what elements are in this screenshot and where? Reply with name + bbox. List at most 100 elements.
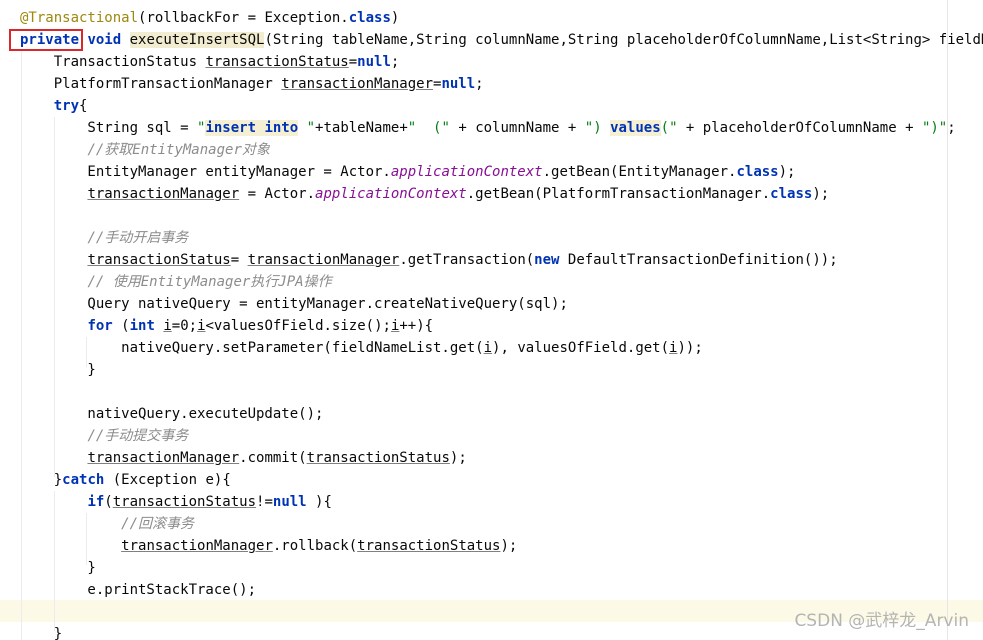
code-line[interactable]: } xyxy=(20,359,96,381)
code-line[interactable]: nativeQuery.executeUpdate(); xyxy=(20,403,323,425)
code-token: // 使用EntityManager执行JPA操作 xyxy=(87,274,332,290)
code-line[interactable]: // 使用EntityManager执行JPA操作 xyxy=(20,271,332,293)
code-token: transactionStatus xyxy=(306,450,450,466)
code-line[interactable]: TransactionStatus transactionStatus=null… xyxy=(20,51,400,73)
code-token: PlatformTransactionManager xyxy=(20,76,282,92)
code-line[interactable]: //获取EntityManager对象 xyxy=(20,139,270,161)
code-line[interactable]: EntityManager entityManager = Actor.appl… xyxy=(20,161,795,183)
code-token: try xyxy=(53,98,80,114)
code-token: <valuesOfField.size(); xyxy=(205,318,391,334)
code-token: ), valuesOfField.get( xyxy=(492,340,670,356)
code-token: (" xyxy=(660,120,678,136)
code-token: executeInsertSQL xyxy=(129,32,265,48)
code-token: } xyxy=(20,472,63,488)
code-token: i xyxy=(483,340,493,356)
code-token: ); xyxy=(500,538,518,554)
code-token: class xyxy=(736,164,779,180)
code-line[interactable]: //手动开启事务 xyxy=(20,227,188,249)
code-token: i xyxy=(163,318,172,334)
code-token: applicationContext xyxy=(390,164,543,180)
code-token: ; xyxy=(475,76,484,92)
code-line[interactable]: } xyxy=(20,557,96,579)
code-token: null xyxy=(441,76,476,92)
code-token: ; xyxy=(390,54,400,70)
code-line[interactable]: }catch (Exception e){ xyxy=(20,469,231,491)
code-token: nativeQuery.executeUpdate(); xyxy=(20,406,324,422)
code-line[interactable]: for (int i=0;i<valuesOfField.size();i++)… xyxy=(20,315,433,337)
code-token: DefaultTransactionDefinition()); xyxy=(559,252,838,268)
code-token: .getBean(EntityManager. xyxy=(542,164,737,180)
code-token: ); xyxy=(778,164,796,180)
code-token: ; xyxy=(947,120,956,136)
code-line[interactable]: //回滚事务 xyxy=(20,513,194,535)
code-token: for xyxy=(87,318,113,334)
code-token: } xyxy=(20,362,96,378)
code-line[interactable]: e.printStackTrace(); xyxy=(20,579,256,601)
code-token: } xyxy=(20,626,63,640)
code-token: insert into xyxy=(205,120,299,136)
code-token: ")" xyxy=(921,120,948,136)
code-token: transactionStatus xyxy=(112,494,257,510)
code-token: )); xyxy=(677,340,703,356)
code-line[interactable]: Query nativeQuery = entityManager.create… xyxy=(20,293,567,315)
code-token: new xyxy=(534,252,560,268)
code-token: //获取EntityManager对象 xyxy=(87,142,270,158)
code-token: .rollback( xyxy=(272,538,358,554)
csdn-watermark: CSDN @武梓龙_Arvin xyxy=(794,611,969,631)
code-line[interactable]: transactionStatus= transactionManager.ge… xyxy=(20,249,838,271)
code-token: (Exception e){ xyxy=(104,472,231,488)
code-token: = Actor. xyxy=(239,186,316,202)
code-token: void xyxy=(87,32,122,48)
code-token: = xyxy=(230,252,248,268)
code-token: " (" xyxy=(407,120,450,136)
code-token: int xyxy=(129,318,155,334)
code-token: //手动提交事务 xyxy=(87,428,189,444)
code-token: null xyxy=(272,494,307,510)
code-token: TransactionStatus xyxy=(20,54,206,70)
code-editor[interactable]: @Transactional(rollbackFor = Exception.c… xyxy=(0,0,983,640)
code-token: ( xyxy=(104,494,113,510)
code-token: = xyxy=(348,54,358,70)
code-token: } xyxy=(20,560,96,576)
code-token: nativeQuery.setParameter(fieldNameList.g… xyxy=(20,340,484,356)
code-token: ); xyxy=(449,450,467,466)
code-line[interactable]: PlatformTransactionManager transactionMa… xyxy=(20,73,484,95)
code-token: ){ xyxy=(306,494,332,510)
code-line[interactable]: try{ xyxy=(20,95,88,117)
code-line[interactable]: @Transactional(rollbackFor = Exception.c… xyxy=(20,7,399,29)
code-line[interactable]: } xyxy=(20,623,62,640)
code-line[interactable]: transactionManager.rollback(transactionS… xyxy=(20,535,517,557)
code-token: //手动开启事务 xyxy=(87,230,189,246)
code-line[interactable]: private void executeInsertSQL(String tab… xyxy=(20,29,983,51)
code-token: ); xyxy=(812,186,830,202)
code-line[interactable]: transactionManager.commit(transactionSta… xyxy=(20,447,467,469)
code-token: null xyxy=(357,54,391,70)
annotation-box xyxy=(9,29,83,51)
code-token: transactionManager xyxy=(87,186,240,202)
code-line[interactable]: transactionManager = Actor.applicationCo… xyxy=(20,183,829,205)
code-line[interactable]: //手动提交事务 xyxy=(20,425,188,447)
code-token: transactionStatus xyxy=(87,252,231,268)
code-token: ++){ xyxy=(399,318,434,334)
code-line[interactable]: if(transactionStatus!=null ){ xyxy=(20,491,332,513)
code-line[interactable]: String sql = "insert into "+tableName+" … xyxy=(20,117,956,139)
code-token: if xyxy=(87,494,105,510)
code-token: + placeholderOfColumnName + xyxy=(677,120,922,136)
code-token: .commit( xyxy=(239,450,307,466)
code-line[interactable]: nativeQuery.setParameter(fieldNameList.g… xyxy=(20,337,703,359)
code-token: =0; xyxy=(171,318,198,334)
code-token: transactionStatus xyxy=(205,54,349,70)
right-margin-guide xyxy=(947,0,948,640)
